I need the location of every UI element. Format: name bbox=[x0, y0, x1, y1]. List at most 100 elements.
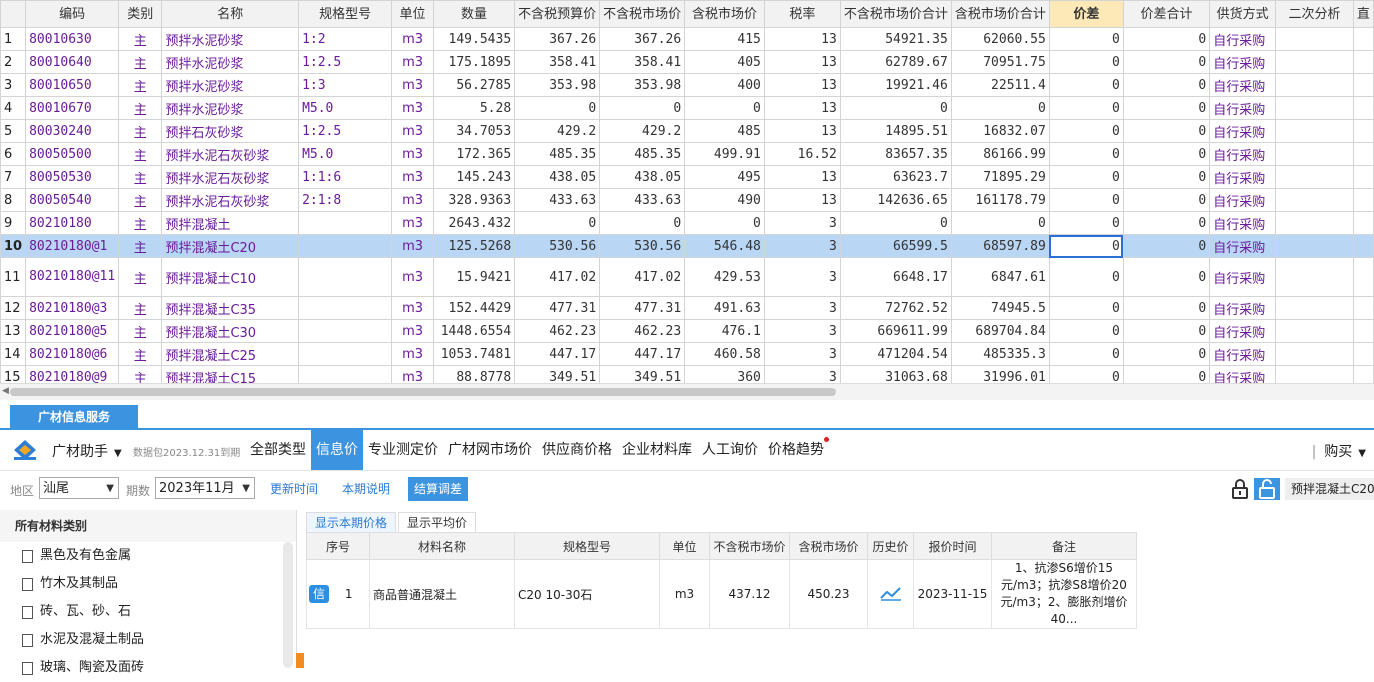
table-row[interactable]: 15 80210180@9 主预拌混凝土C15 m3 88.8778 349.51 349.… bbox=[0, 365, 1374, 383]
tab-enterprise-library[interactable]: 企业材料库 bbox=[617, 430, 697, 470]
supply-method-cell[interactable]: 自行采购 bbox=[1209, 165, 1277, 189]
table-row[interactable]: 8 80050540 主预拌水泥石灰砂浆 2:1:8 m3 328.9363 433.63 4… bbox=[0, 188, 1374, 212]
total-in-tax-cell[interactable]: 71895.29 bbox=[950, 165, 1050, 189]
unit-cell[interactable]: m3 bbox=[391, 319, 434, 343]
row-number-cell[interactable]: 7 bbox=[0, 165, 27, 189]
tax-rate-cell[interactable]: 3 bbox=[763, 319, 841, 343]
price-diff-total-cell[interactable]: 0 bbox=[1122, 50, 1211, 74]
market-price-ex-tax-cell[interactable]: 485.35 bbox=[599, 142, 686, 166]
column-header[interactable]: 不含税预算价 bbox=[514, 0, 601, 28]
row-number-cell[interactable]: 9 bbox=[0, 211, 27, 235]
name-cell[interactable]: 预拌混凝土C10 bbox=[161, 257, 300, 297]
price-diff-total-cell[interactable]: 0 bbox=[1122, 73, 1211, 97]
row-number-cell[interactable]: 3 bbox=[0, 73, 27, 97]
code-cell[interactable]: 80010650 bbox=[25, 73, 120, 97]
type-cell[interactable]: 主 bbox=[118, 234, 163, 258]
quantity-cell[interactable]: 56.2785 bbox=[432, 73, 516, 97]
total-ex-tax-cell[interactable]: 0 bbox=[839, 211, 952, 235]
row-number-cell[interactable]: 6 bbox=[0, 142, 27, 166]
tab-all-types[interactable]: 全部类型 bbox=[245, 430, 311, 470]
spec-cell[interactable]: 1:2.5 bbox=[298, 119, 393, 143]
tax-rate-cell[interactable]: 13 bbox=[763, 27, 841, 51]
price-diff-cell[interactable]: 0 bbox=[1048, 165, 1124, 189]
unit-cell[interactable]: m3 bbox=[391, 73, 434, 97]
trend-chart-icon[interactable] bbox=[879, 585, 902, 601]
total-in-tax-cell[interactable]: 86166.99 bbox=[950, 142, 1050, 166]
quantity-cell[interactable]: 15.9421 bbox=[432, 257, 516, 297]
quantity-cell[interactable]: 175.1895 bbox=[432, 50, 516, 74]
market-price-in-tax-cell[interactable]: 490 bbox=[684, 188, 765, 212]
type-cell[interactable]: 主 bbox=[118, 257, 163, 297]
price-diff-cell[interactable]: 0 bbox=[1048, 296, 1124, 320]
tab-market-price[interactable]: 广材网市场价 bbox=[443, 430, 537, 470]
total-ex-tax-cell[interactable]: 31063.68 bbox=[839, 365, 952, 383]
quantity-cell[interactable]: 152.4429 bbox=[432, 296, 516, 320]
category-item[interactable]: 黑色及有色金属 bbox=[0, 542, 296, 570]
price-diff-cell[interactable]: 0 bbox=[1048, 27, 1124, 51]
category-item[interactable]: 竹木及其制品 bbox=[0, 570, 296, 598]
tab-current-price[interactable]: 显示本期价格 bbox=[306, 512, 397, 533]
supply-method-cell[interactable]: 自行采购 bbox=[1209, 211, 1277, 235]
table-row[interactable]: 13 80210180@5 主预拌混凝土C30 m3 1448.6554 462.23 46… bbox=[0, 319, 1374, 343]
price-diff-cell[interactable]: 0 bbox=[1048, 119, 1124, 143]
secondary-analysis-cell[interactable] bbox=[1275, 96, 1354, 120]
total-in-tax-cell[interactable]: 0 bbox=[950, 96, 1050, 120]
budget-price-cell[interactable]: 417.02 bbox=[514, 257, 601, 297]
unit-cell[interactable]: m3 bbox=[391, 257, 434, 297]
column-header[interactable]: 价差 bbox=[1048, 0, 1124, 28]
market-price-ex-tax-cell[interactable]: 349.51 bbox=[599, 365, 686, 383]
tax-rate-cell[interactable]: 3 bbox=[763, 342, 841, 366]
extra-cell[interactable] bbox=[1352, 342, 1374, 366]
unit-cell[interactable]: m3 bbox=[391, 96, 434, 120]
period-description-button[interactable]: 本期说明 bbox=[336, 477, 396, 501]
name-cell[interactable]: 预拌水泥砂浆 bbox=[161, 27, 300, 51]
code-cell[interactable]: 80050500 bbox=[25, 142, 120, 166]
total-ex-tax-cell[interactable]: 83657.35 bbox=[839, 142, 952, 166]
total-ex-tax-cell[interactable]: 0 bbox=[839, 96, 952, 120]
type-cell[interactable]: 主 bbox=[118, 365, 163, 383]
category-item[interactable]: 玻璃、陶瓷及面砖 bbox=[0, 654, 296, 682]
scrollbar-thumb[interactable] bbox=[10, 388, 836, 396]
market-price-in-tax-cell[interactable]: 485 bbox=[684, 119, 765, 143]
price-diff-total-cell[interactable]: 0 bbox=[1122, 165, 1211, 189]
price-diff-cell[interactable]: 0 bbox=[1048, 188, 1124, 212]
name-cell[interactable]: 预拌混凝土C20 bbox=[161, 234, 300, 258]
unit-cell[interactable]: m3 bbox=[391, 342, 434, 366]
row-number-cell[interactable]: 4 bbox=[0, 96, 27, 120]
type-cell[interactable]: 主 bbox=[118, 211, 163, 235]
market-price-ex-tax-cell[interactable]: 0 bbox=[599, 211, 686, 235]
tax-rate-cell[interactable]: 3 bbox=[763, 234, 841, 258]
market-price-in-tax-cell[interactable]: 400 bbox=[684, 73, 765, 97]
price-diff-cell[interactable]: 0 bbox=[1048, 73, 1124, 97]
budget-price-cell[interactable]: 367.26 bbox=[514, 27, 601, 51]
secondary-analysis-cell[interactable] bbox=[1275, 257, 1354, 297]
total-ex-tax-cell[interactable]: 142636.65 bbox=[839, 188, 952, 212]
column-header[interactable]: 含税市场价合计 bbox=[950, 0, 1050, 28]
supply-method-cell[interactable]: 自行采购 bbox=[1209, 257, 1277, 297]
unit-cell[interactable]: m3 bbox=[391, 296, 434, 320]
budget-price-cell[interactable]: 462.23 bbox=[514, 319, 601, 343]
price-diff-total-cell[interactable]: 0 bbox=[1122, 296, 1211, 320]
total-in-tax-cell[interactable]: 16832.07 bbox=[950, 119, 1050, 143]
tab-info-price[interactable]: 信息价 bbox=[311, 430, 363, 470]
type-cell[interactable]: 主 bbox=[118, 73, 163, 97]
market-price-ex-tax-cell[interactable]: 367.26 bbox=[599, 27, 686, 51]
row-number-cell[interactable]: 13 bbox=[0, 319, 27, 343]
tax-rate-cell[interactable]: 3 bbox=[763, 257, 841, 297]
tab-average-price[interactable]: 显示平均价 bbox=[398, 512, 477, 533]
tax-rate-cell[interactable]: 13 bbox=[763, 73, 841, 97]
secondary-analysis-cell[interactable] bbox=[1275, 319, 1354, 343]
tax-rate-cell[interactable]: 13 bbox=[763, 165, 841, 189]
extra-cell[interactable] bbox=[1352, 119, 1374, 143]
column-header[interactable]: 类别 bbox=[118, 0, 163, 28]
column-header[interactable]: 供货方式 bbox=[1209, 0, 1277, 28]
market-price-in-tax-cell[interactable]: 499.91 bbox=[684, 142, 765, 166]
unit-cell[interactable]: m3 bbox=[391, 27, 434, 51]
spec-cell[interactable]: 1:2.5 bbox=[298, 50, 393, 74]
market-price-in-tax-cell[interactable]: 491.63 bbox=[684, 296, 765, 320]
total-ex-tax-cell[interactable]: 62789.67 bbox=[839, 50, 952, 74]
code-cell[interactable]: 80010640 bbox=[25, 50, 120, 74]
row-number-cell[interactable]: 5 bbox=[0, 119, 27, 143]
quantity-cell[interactable]: 172.365 bbox=[432, 142, 516, 166]
supply-method-cell[interactable]: 自行采购 bbox=[1209, 365, 1277, 383]
